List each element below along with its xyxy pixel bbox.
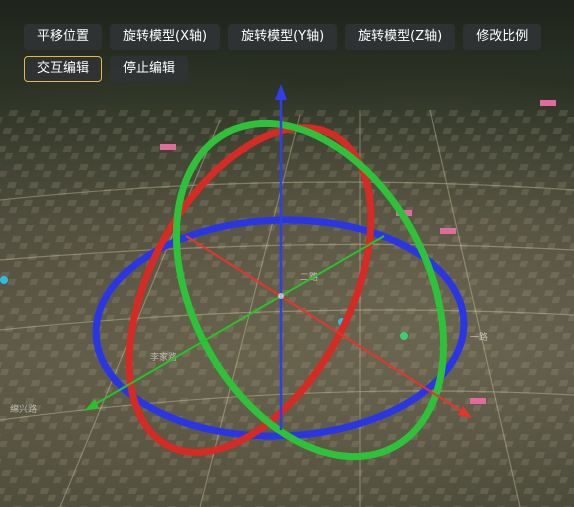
rotate-z-button[interactable]: 旋转模型(Z轴) <box>345 24 456 50</box>
y-axis-arrow[interactable] <box>84 399 99 411</box>
interactive-edit-button[interactable]: 交互编辑 <box>24 56 103 82</box>
x-rotation-ring[interactable] <box>79 88 421 493</box>
gizmo-origin <box>278 293 284 299</box>
toolbar-row-1: 平移位置 旋转模型(X轴) 旋转模型(Y轴) 旋转模型(Z轴) 修改比例 <box>24 24 554 50</box>
x-axis-arrow[interactable] <box>458 406 472 418</box>
stop-edit-button[interactable]: 停止编辑 <box>110 56 189 82</box>
y-rotation-ring[interactable] <box>122 77 498 502</box>
rotate-y-button[interactable]: 旋转模型(Y轴) <box>228 24 338 50</box>
translate-button[interactable]: 平移位置 <box>24 24 103 50</box>
scale-button[interactable]: 修改比例 <box>463 24 542 50</box>
toolbar-row-2: 交互编辑 停止编辑 <box>24 56 554 82</box>
edit-toolbar: 平移位置 旋转模型(X轴) 旋转模型(Y轴) 旋转模型(Z轴) 修改比例 交互编… <box>24 24 554 88</box>
rotate-x-button[interactable]: 旋转模型(X轴) <box>110 24 221 50</box>
